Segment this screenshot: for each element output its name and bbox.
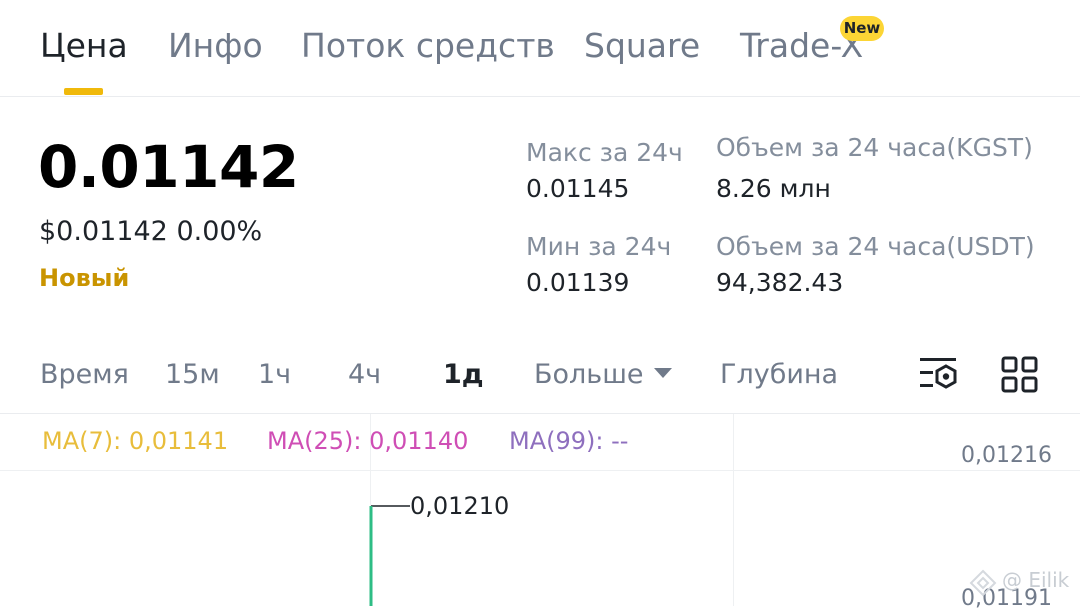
usd-price: $0.01142 <box>39 216 168 247</box>
active-tab-indicator <box>64 88 103 95</box>
chart-settings-icon[interactable] <box>917 354 961 394</box>
volume-base-value: 8.26 млн <box>716 174 831 203</box>
interval-4h[interactable]: 4ч <box>348 359 381 390</box>
ma99-label: MA(99): -- <box>509 427 629 455</box>
ma25-label: MA(25): 0,01140 <box>267 427 469 455</box>
interval-1h[interactable]: 1ч <box>258 359 291 390</box>
volume-quote-label: Объем за 24 часа(USDT) <box>716 232 1035 261</box>
new-badge: New <box>840 16 884 41</box>
new-listing-tag: Новый <box>39 264 130 292</box>
watermark-text: @ Eilik <box>1002 568 1070 592</box>
grid-layout-icon[interactable] <box>1001 356 1039 394</box>
depth-tab[interactable]: Глубина <box>720 359 838 390</box>
more-label: Больше <box>534 359 644 390</box>
tabs-divider <box>0 96 1080 97</box>
usd-price-row: $0.01142 0.00% <box>39 216 262 247</box>
chart-grid-line <box>0 470 1080 471</box>
volume-base-label: Объем за 24 часа(KGST) <box>716 133 1033 162</box>
price-change: 0.00% <box>176 216 263 247</box>
high-24h-label: Макс за 24ч <box>526 138 683 167</box>
interval-15m[interactable]: 15м <box>165 359 220 390</box>
interval-more-dropdown[interactable]: Больше <box>534 359 672 390</box>
binance-logo-icon <box>969 569 997 597</box>
y-axis-label: 0,01216 <box>961 443 1052 468</box>
interval-time[interactable]: Время <box>40 359 129 390</box>
low-24h-label: Мин за 24ч <box>526 232 672 261</box>
high-24h-value: 0.01145 <box>526 174 630 203</box>
last-price: 0.01142 <box>38 133 299 201</box>
interval-1d[interactable]: 1д <box>443 359 484 390</box>
tab-price[interactable]: Цена <box>40 26 128 65</box>
volume-quote-value: 94,382.43 <box>716 268 844 297</box>
high-price-marker: 0,01210 <box>410 492 510 520</box>
tab-fund-flow[interactable]: Поток средств <box>301 26 555 65</box>
caret-down-icon <box>653 368 672 378</box>
ma7-label: MA(7): 0,01141 <box>42 427 229 455</box>
interval-divider <box>0 413 1080 414</box>
tab-info[interactable]: Инфо <box>168 26 263 65</box>
low-24h-value: 0.01139 <box>526 268 630 297</box>
tab-square[interactable]: Square <box>584 26 700 65</box>
chart-grid-line <box>733 414 734 606</box>
